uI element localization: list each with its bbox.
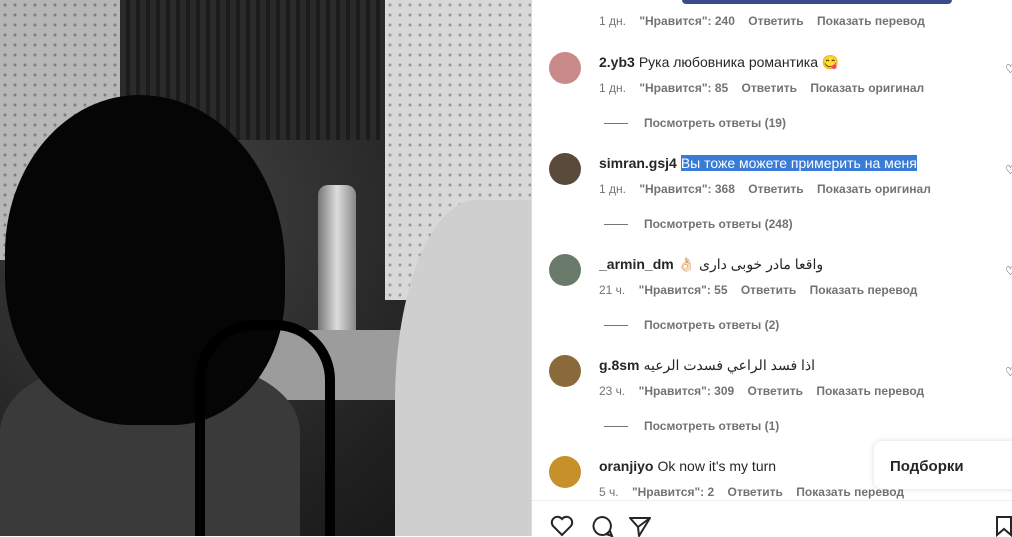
- comment-text: oranjiyo Ok now it's my turn: [599, 458, 776, 474]
- comment-time: 21 ч.: [599, 283, 626, 297]
- like-count[interactable]: "Нравится": 55: [639, 283, 728, 297]
- comment-body: 👌🏻 واقعا مادر خوبی داری: [677, 256, 824, 272]
- avatar[interactable]: [549, 52, 581, 84]
- view-replies-label: Посмотреть ответы (19): [644, 116, 786, 130]
- replies-divider: [604, 123, 628, 125]
- comment-meta: 1 дн. "Нравится": 85 Ответить Показать о…: [599, 81, 934, 95]
- comment-meta: 23 ч. "Нравится": 309 Ответить Показать …: [599, 384, 934, 398]
- like-count[interactable]: "Нравится": 309: [639, 384, 735, 398]
- comment-body-selected: Вы тоже можете примерить на меня: [680, 155, 917, 171]
- comment-icon[interactable]: [590, 515, 614, 537]
- view-replies-button[interactable]: Посмотреть ответы (2): [604, 318, 779, 332]
- collections-label: Подборки: [890, 458, 964, 475]
- like-count[interactable]: "Нравится": 240: [639, 14, 735, 28]
- replies-divider: [604, 325, 628, 327]
- action-bar: [532, 500, 1012, 537]
- comment-username[interactable]: _armin_dm: [599, 256, 674, 272]
- like-count[interactable]: "Нравится": 368: [639, 182, 735, 196]
- avatar[interactable]: [549, 254, 581, 286]
- translate-button[interactable]: Показать оригинал: [810, 81, 924, 95]
- translate-button[interactable]: Показать перевод: [810, 283, 918, 297]
- top-comment-meta: 1 дн. "Нравится": 240 Ответить Показать …: [599, 14, 935, 28]
- reply-button[interactable]: Ответить: [741, 283, 796, 297]
- comment-text: simran.gsj4 Вы тоже можете примерить на м…: [599, 155, 917, 171]
- view-replies-button[interactable]: Посмотреть ответы (1): [604, 419, 779, 433]
- heart-icon[interactable]: ♡: [1005, 163, 1012, 177]
- view-replies-button[interactable]: Посмотреть ответы (248): [604, 217, 793, 231]
- comment-text: g.8sm اذا فسد الراعي فسدت الرعيه: [599, 357, 815, 374]
- previous-comment-image-edge: [682, 0, 952, 4]
- replies-divider: [604, 426, 628, 428]
- comment-meta: 5 ч. "Нравится": 2 Ответить Показать пер…: [599, 485, 914, 499]
- comments-panel: 1 дн. "Нравится": 240 Ответить Показать …: [531, 0, 1012, 537]
- translate-button[interactable]: Показать перевод: [816, 384, 924, 398]
- view-replies-label: Посмотреть ответы (1): [644, 419, 780, 433]
- comment-time: 1 дн.: [599, 81, 626, 95]
- translate-button[interactable]: Показать оригинал: [817, 182, 931, 196]
- like-count[interactable]: "Нравится": 2: [632, 485, 714, 499]
- comment-username[interactable]: oranjiyo: [599, 458, 653, 474]
- comment-meta: 21 ч. "Нравится": 55 Ответить Показать п…: [599, 283, 927, 297]
- bookmark-icon[interactable]: [995, 515, 1012, 537]
- heart-icon[interactable]: ♡: [1005, 365, 1012, 379]
- reply-button[interactable]: Ответить: [748, 384, 803, 398]
- comment-time: 23 ч.: [599, 384, 626, 398]
- reply-button[interactable]: Ответить: [742, 81, 797, 95]
- send-icon[interactable]: [628, 515, 652, 537]
- collections-popup[interactable]: Подборки: [874, 441, 1012, 489]
- heart-icon[interactable]: ♡: [1005, 62, 1012, 76]
- reply-button[interactable]: Ответить: [727, 485, 782, 499]
- comment-time: 1 дн.: [599, 182, 626, 196]
- view-replies-label: Посмотреть ответы (248): [644, 217, 793, 231]
- avatar[interactable]: [549, 355, 581, 387]
- view-replies-button[interactable]: Посмотреть ответы (19): [604, 116, 786, 130]
- reply-button[interactable]: Ответить: [748, 14, 803, 28]
- translate-button[interactable]: Показать перевод: [817, 14, 925, 28]
- comment-meta: 1 дн. "Нравится": 368 Ответить Показать …: [599, 182, 941, 196]
- media-bottle: [318, 185, 356, 335]
- comment-time: 5 ч.: [599, 485, 619, 499]
- avatar[interactable]: [549, 456, 581, 488]
- comment-time: 1 дн.: [599, 14, 626, 28]
- comment-username[interactable]: 2.yb3: [599, 54, 635, 70]
- comment-body: Ok now it's my turn: [657, 458, 777, 474]
- comment-body: Рука любовника романтика 😋: [638, 54, 840, 70]
- media-chair: [195, 320, 335, 536]
- comment-username[interactable]: g.8sm: [599, 357, 639, 373]
- heart-icon[interactable]: [550, 515, 574, 537]
- like-count[interactable]: "Нравится": 85: [639, 81, 728, 95]
- reply-button[interactable]: Ответить: [748, 182, 803, 196]
- comment-username[interactable]: simran.gsj4: [599, 155, 677, 171]
- comment-text: _armin_dm 👌🏻 واقعا مادر خوبی داری: [599, 256, 823, 273]
- heart-icon[interactable]: ♡: [1005, 264, 1012, 278]
- avatar[interactable]: [549, 153, 581, 185]
- replies-divider: [604, 224, 628, 226]
- view-replies-label: Посмотреть ответы (2): [644, 318, 780, 332]
- comment-body: اذا فسد الراعي فسدت الرعيه: [643, 357, 816, 373]
- post-media[interactable]: [0, 0, 531, 536]
- comment-text: 2.yb3 Рука любовника романтика 😋: [599, 54, 839, 71]
